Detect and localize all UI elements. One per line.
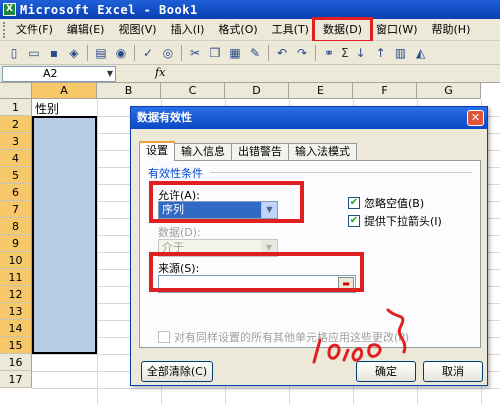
tab-error-alert[interactable]: 出错警告: [231, 143, 289, 161]
name-box[interactable]: A2 ▼: [2, 66, 116, 82]
data-label: 数据(D):: [158, 226, 201, 239]
sort-descending-icon[interactable]: ↑: [372, 44, 390, 62]
close-icon[interactable]: ✕: [467, 110, 484, 126]
dropdown-arrow-checkbox[interactable]: ✔: [348, 215, 360, 227]
scribble-stroke: [312, 338, 382, 364]
menu-edit[interactable]: 编辑(E): [60, 21, 112, 39]
row-header-4[interactable]: 4: [0, 150, 32, 167]
excel-icon: X: [3, 3, 16, 16]
row-header-7[interactable]: 7: [0, 201, 32, 218]
open-icon[interactable]: ▭: [25, 44, 43, 62]
toolbar-separator: [181, 44, 182, 61]
new-icon[interactable]: ▯: [5, 44, 23, 62]
paste-icon[interactable]: ▦: [226, 44, 244, 62]
clear-all-button[interactable]: 全部清除(C): [141, 361, 213, 382]
cell-a1[interactable]: 性别: [35, 100, 59, 117]
toolbar-separator: [134, 44, 135, 61]
window-title: Microsoft Excel - Book1: [20, 2, 198, 17]
toolbar-separator: [315, 44, 316, 61]
column-header-e[interactable]: E: [289, 83, 353, 99]
tab-ime-mode[interactable]: 输入法模式: [288, 143, 357, 161]
save-icon[interactable]: ▪: [45, 44, 63, 62]
menu-view[interactable]: 视图(V): [111, 21, 163, 39]
column-header-c[interactable]: C: [161, 83, 225, 99]
select-all-corner[interactable]: [0, 83, 32, 99]
row-header-6[interactable]: 6: [0, 184, 32, 201]
row-header-16[interactable]: 16: [0, 354, 32, 371]
dialog-title: 数据有效性: [137, 111, 192, 124]
row-header-3[interactable]: 3: [0, 133, 32, 150]
annotation-box-source: [149, 252, 364, 292]
row-header-14[interactable]: 14: [0, 320, 32, 337]
chart-icon[interactable]: ▥: [392, 44, 410, 62]
menu-tools[interactable]: 工具(T): [265, 21, 316, 39]
format-painter-icon[interactable]: ✎: [246, 44, 264, 62]
column-header-f[interactable]: F: [353, 83, 417, 99]
standard-toolbar: ▯ ▭ ▪ ◈ ▤ ◉ ✓ ◎ ✂ ❐ ▦ ✎ ↶ ↷ ⚭ Σ ↓ ↑ ▥ ◭: [0, 41, 500, 65]
drawing-icon[interactable]: ◭: [412, 44, 430, 62]
redo-icon[interactable]: ↷: [293, 44, 311, 62]
scribble-stroke: [386, 308, 407, 354]
research-icon[interactable]: ◎: [159, 44, 177, 62]
menu-data[interactable]: 数据(D): [311, 16, 374, 43]
sort-ascending-icon[interactable]: ↓: [352, 44, 370, 62]
menu-window[interactable]: 窗口(W): [369, 21, 424, 39]
name-box-value: A2: [43, 67, 58, 80]
handwritten-scribble: [312, 308, 407, 364]
dialog-tabs: 设置 输入信息 出错警告 输入法模式: [139, 141, 357, 161]
permission-icon[interactable]: ◈: [65, 44, 83, 62]
menu-bar: 文件(F) 编辑(E) 视图(V) 插入(I) 格式(O) 工具(T) 数据(D…: [0, 16, 500, 43]
fx-icon[interactable]: fx: [155, 66, 165, 79]
dropdown-arrow-checkbox-row[interactable]: ✔ 提供下拉箭头(I): [348, 213, 442, 229]
title-bar: X Microsoft Excel - Book1: [0, 0, 500, 19]
row-header-8[interactable]: 8: [0, 218, 32, 235]
ignore-blank-checkbox[interactable]: ✔: [348, 197, 360, 209]
menu-insert[interactable]: 插入(I): [164, 21, 212, 39]
autosum-icon[interactable]: Σ: [341, 46, 349, 60]
menu-format[interactable]: 格式(O): [211, 21, 264, 39]
row-header-13[interactable]: 13: [0, 303, 32, 320]
cut-icon[interactable]: ✂: [186, 44, 204, 62]
row-header-15[interactable]: 15: [0, 337, 32, 354]
tab-input-message[interactable]: 输入信息: [174, 143, 232, 161]
column-header-g[interactable]: G: [417, 83, 481, 99]
preview-icon[interactable]: ◉: [112, 44, 130, 62]
column-header-a[interactable]: A: [32, 83, 97, 99]
spelling-icon[interactable]: ✓: [139, 44, 157, 62]
selected-range[interactable]: [32, 116, 97, 354]
menu-help[interactable]: 帮助(H): [425, 21, 478, 39]
row-header-2[interactable]: 2: [0, 116, 32, 133]
column-header-b[interactable]: B: [97, 83, 161, 99]
copy-icon[interactable]: ❐: [206, 44, 224, 62]
apply-all-checkbox[interactable]: [158, 331, 170, 343]
print-icon[interactable]: ▤: [92, 44, 110, 62]
toolbar-separator: [87, 44, 88, 61]
chevron-down-icon[interactable]: ▼: [107, 67, 113, 81]
tab-settings[interactable]: 设置: [139, 141, 175, 161]
row-header-1[interactable]: 1: [0, 99, 32, 116]
column-header-d[interactable]: D: [225, 83, 289, 99]
menu-file[interactable]: 文件(F): [9, 21, 60, 39]
validation-criteria-label: 有效性条件: [148, 167, 203, 180]
formula-bar: A2 ▼ fx: [0, 65, 500, 83]
group-divider: [210, 172, 472, 173]
row-header-11[interactable]: 11: [0, 269, 32, 286]
row-header-17[interactable]: 17: [0, 371, 32, 388]
dialog-title-bar: 数据有效性 ✕: [131, 107, 487, 129]
row-header-10[interactable]: 10: [0, 252, 32, 269]
annotation-box-allow: [149, 181, 304, 223]
row-header-9[interactable]: 9: [0, 235, 32, 252]
row-header-12[interactable]: 12: [0, 286, 32, 303]
toolbar-separator: [268, 44, 269, 61]
hyperlink-icon[interactable]: ⚭: [320, 44, 338, 62]
gridline-horizontal: [32, 388, 500, 389]
row-header-5[interactable]: 5: [0, 167, 32, 184]
undo-icon[interactable]: ↶: [273, 44, 291, 62]
ignore-blank-checkbox-row[interactable]: ✔ 忽略空值(B): [348, 195, 424, 211]
ignore-blank-label: 忽略空值(B): [364, 197, 425, 210]
dropdown-arrow-label: 提供下拉箭头(I): [364, 215, 442, 228]
